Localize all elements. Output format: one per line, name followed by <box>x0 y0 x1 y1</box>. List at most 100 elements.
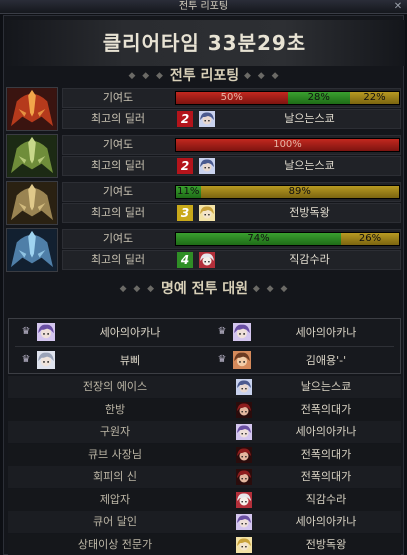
award-row[interactable]: 구원자 세아의아카나 <box>8 421 401 443</box>
award-row[interactable]: 한방 전폭의대가 <box>8 398 401 421</box>
contribution-row: 기여도 74% 26% <box>62 229 401 249</box>
award-title: 제압자 <box>99 492 131 506</box>
ornament-left: ◆ ◆ ◆ <box>128 71 165 81</box>
top-dealer-name: 직감수라 <box>289 253 330 266</box>
section-title-honor: 명예 전투 대원 <box>160 281 249 297</box>
top-dealer-label: 최고의 딜러 <box>90 253 146 266</box>
honor-member[interactable]: ♛ 세아의아카나 <box>9 319 205 346</box>
character-portrait-icon <box>236 514 252 530</box>
honor-member[interactable]: ♛ 세아의아카나 <box>205 319 401 346</box>
top-dealer[interactable]: 4 직감수라 <box>175 251 400 269</box>
award-row[interactable]: 큐어 달인 세아의아카나 <box>8 511 401 533</box>
award-winner-name: 세아의아카나 <box>295 515 357 528</box>
award-winner-name: 전방독왕 <box>305 537 347 551</box>
contribution-segment: 26% <box>341 233 399 245</box>
character-portrait-icon <box>199 111 215 127</box>
award-row[interactable]: 전장의 에이스 날으는스쿄 <box>8 376 401 398</box>
battle-report-panel: 클리어타임 33분29초 ◆ ◆ ◆ 전투 리포팅 ◆ ◆ ◆ 기여도 50% 28… <box>3 15 405 555</box>
ornament-right: ◆ ◆ ◆ <box>252 284 290 294</box>
rank-badge: 2 <box>177 158 193 174</box>
contribution-bar: 100% <box>175 138 400 152</box>
award-title: 상태이상 전문가 <box>77 537 153 551</box>
top-dealer-label: 최고의 딜러 <box>90 159 146 172</box>
award-title: 큐브 사장님 <box>87 447 143 461</box>
contribution-label: 기여도 <box>102 232 134 245</box>
boss-entry: 기여도 50% 28% 22% 최고의 딜러 2 날으는스쿄 <box>6 87 401 131</box>
honor-member-name: 김애용'-' <box>305 354 347 367</box>
top-dealer-row: 최고의 딜러 4 직감수라 <box>62 250 401 270</box>
contribution-label: 기여도 <box>102 138 134 151</box>
character-portrait-icon <box>236 491 252 508</box>
section-header-honor: ◆ ◆ ◆ 명예 전투 대원 ◆ ◆ ◆ <box>4 278 405 300</box>
award-row[interactable]: 회피의 신 전폭의대가 <box>8 466 401 488</box>
blue-boss-helm-icon <box>6 228 58 272</box>
honor-member-name: 세아의아카나 <box>99 326 161 339</box>
award-row[interactable]: 상태이상 전문가 전방독왕 <box>8 533 401 555</box>
contribution-row: 기여도 100% <box>62 135 401 155</box>
top-dealer[interactable]: 3 전방독왕 <box>175 204 400 222</box>
ornament-left: ◆ ◆ ◆ <box>119 284 157 294</box>
contribution-segment: 28% <box>287 92 350 104</box>
contribution-segment: 50% <box>176 92 288 104</box>
contribution-segment: 22% <box>349 92 399 104</box>
top-dealer[interactable]: 2 날으는스쿄 <box>175 157 400 175</box>
character-portrait-icon <box>236 401 252 418</box>
crown-icon: ♛ <box>21 326 31 337</box>
close-icon[interactable]: ✕ <box>392 1 404 13</box>
top-dealer-name: 전방독왕 <box>289 206 330 219</box>
award-winner-name: 전폭의대가 <box>300 470 352 483</box>
contribution-row: 기여도 50% 28% 22% <box>62 88 401 108</box>
contribution-segment: 74% <box>176 233 342 245</box>
character-portrait-icon <box>236 424 252 440</box>
top-dealer-label: 최고의 딜러 <box>90 112 146 125</box>
rank-badge: 3 <box>177 205 193 221</box>
top-dealer-row: 최고의 딜러 3 전방독왕 <box>62 203 401 223</box>
window-title: 전투 리포팅 <box>178 1 229 12</box>
character-portrait-icon <box>233 323 251 341</box>
clear-time: 클리어타임 33분29초 <box>4 20 405 66</box>
green-boss-helm-icon <box>6 134 58 178</box>
character-portrait-icon <box>199 252 215 268</box>
top-dealer-row: 최고의 딜러 2 날으는스쿄 <box>62 109 401 129</box>
contribution-segment: 100% <box>176 139 399 151</box>
award-title: 회피의 신 <box>93 470 137 483</box>
top-dealer-name: 날으는스쿄 <box>284 159 335 172</box>
crown-icon: ♛ <box>217 354 227 365</box>
honor-member[interactable]: ♛ 뷰삐 <box>9 347 205 374</box>
award-title: 한방 <box>104 402 126 416</box>
award-title: 큐어 달인 <box>93 515 137 528</box>
boss-entry: 기여도 11% 89% 최고의 딜러 3 전방독왕 <box>6 181 401 225</box>
award-winner-name: 전폭의대가 <box>300 447 352 461</box>
crown-icon: ♛ <box>21 354 31 365</box>
top-dealer-name: 날으는스쿄 <box>284 112 335 125</box>
contribution-bar: 11% 89% <box>175 185 400 199</box>
rank-badge: 4 <box>177 252 193 268</box>
character-portrait-icon <box>236 379 252 395</box>
contribution-segment: 89% <box>200 186 399 198</box>
award-title: 전장의 에이스 <box>82 380 148 393</box>
character-portrait-icon <box>233 351 251 369</box>
contribution-bar: 50% 28% 22% <box>175 91 400 105</box>
award-winner-name: 직감수라 <box>305 492 347 506</box>
award-row[interactable]: 제압자 직감수라 <box>8 488 401 511</box>
character-portrait-icon <box>236 536 252 553</box>
award-winner-name: 전폭의대가 <box>300 402 352 416</box>
contribution-label: 기여도 <box>102 91 134 104</box>
award-title: 구원자 <box>99 425 131 438</box>
window-titlebar: 전투 리포팅 ✕ <box>0 0 407 14</box>
section-title-report: 전투 리포팅 <box>169 68 240 84</box>
honor-member-name: 뷰삐 <box>119 354 141 367</box>
gold-boss-helm-icon <box>6 181 58 225</box>
ornament-right: ◆ ◆ ◆ <box>244 71 281 81</box>
honor-member[interactable]: ♛ 김애용'-' <box>205 347 401 374</box>
character-portrait-icon <box>199 158 215 174</box>
contribution-segment: 11% <box>176 186 201 198</box>
crown-icon: ♛ <box>217 326 227 337</box>
character-portrait-icon <box>37 351 55 369</box>
boss-entry: 기여도 100% 최고의 딜러 2 날으는스쿄 <box>6 134 401 178</box>
award-row[interactable]: 큐브 사장님 전폭의대가 <box>8 443 401 466</box>
character-portrait-icon <box>37 323 55 341</box>
top-dealer[interactable]: 2 날으는스쿄 <box>175 110 400 128</box>
top-dealer-label: 최고의 딜러 <box>90 206 146 219</box>
top-dealer-row: 최고의 딜러 2 날으는스쿄 <box>62 156 401 176</box>
